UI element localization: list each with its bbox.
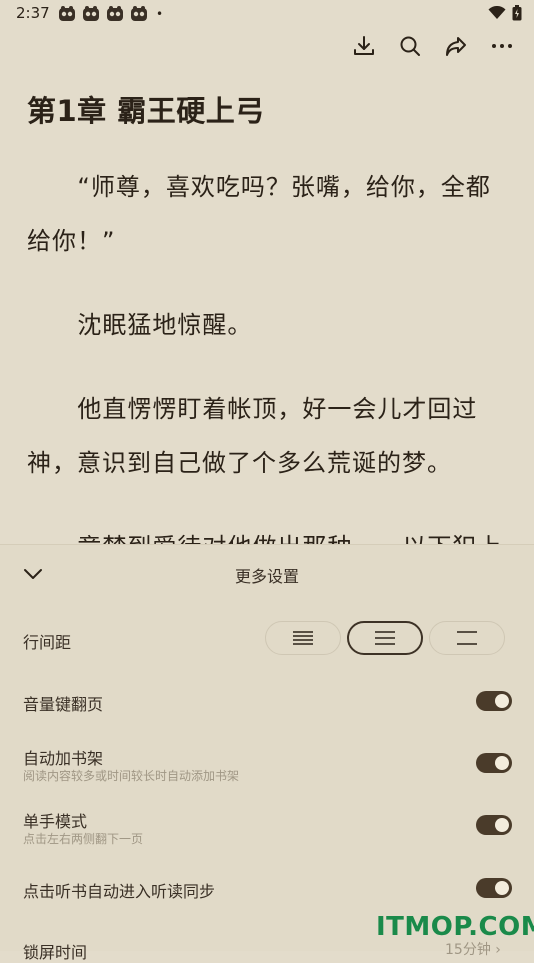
chapter-title: 第1章 霸王硬上弓 bbox=[27, 94, 265, 128]
reader-content[interactable]: “师尊，喜欢吃吗？张嘴，给你，全都给你！” 沈眠猛地惊醒。 他直愣愣盯着帐顶，好… bbox=[27, 160, 511, 545]
line-spacing-label: 行间距 bbox=[23, 633, 72, 652]
share-button[interactable] bbox=[444, 34, 468, 58]
app-icon bbox=[59, 6, 75, 21]
line-spacing-medium-icon bbox=[375, 631, 395, 645]
paragraph: “师尊，喜欢吃吗？张嘴，给你，全都给你！” bbox=[27, 173, 491, 255]
search-icon bbox=[400, 36, 420, 56]
line-spacing-loose[interactable] bbox=[429, 621, 505, 655]
more-icon bbox=[492, 44, 512, 48]
paragraph: 竟梦到爱徒对他做出那种……以下犯上 bbox=[27, 520, 511, 545]
status-bar: 2:37 • bbox=[0, 0, 534, 28]
share-icon bbox=[446, 37, 466, 56]
status-time: 2:37 bbox=[16, 4, 50, 22]
notification-icons: • bbox=[58, 6, 163, 22]
lock-time-value[interactable]: 15分钟 › bbox=[445, 939, 501, 959]
line-spacing-loose-icon bbox=[457, 631, 477, 645]
one-hand-label: 单手模式 bbox=[23, 812, 88, 831]
one-hand-description: 点击左右两侧翻下一页 bbox=[23, 832, 144, 846]
wifi-icon bbox=[488, 6, 506, 19]
volume-key-label: 音量键翻页 bbox=[23, 695, 104, 714]
reader-toolbar bbox=[352, 34, 514, 58]
panel-header: 更多设置 bbox=[0, 545, 534, 603]
status-dot: • bbox=[156, 7, 164, 21]
auto-shelf-description: 阅读内容较多或时间较长时自动添加书架 bbox=[23, 769, 240, 783]
lock-time-label: 锁屏时间 bbox=[23, 943, 88, 962]
auto-shelf-label: 自动加书架 bbox=[23, 749, 104, 768]
download-icon bbox=[354, 36, 374, 55]
toggle-knob bbox=[495, 756, 509, 770]
more-button[interactable] bbox=[490, 34, 514, 58]
download-button[interactable] bbox=[352, 34, 376, 58]
paragraph: 他直愣愣盯着帐顶，好一会儿才回过神，意识到自己做了个多么荒诞的梦。 bbox=[27, 395, 478, 477]
app-icon bbox=[131, 6, 147, 21]
listen-sync-label: 点击听书自动进入听读同步 bbox=[23, 882, 216, 901]
search-button[interactable] bbox=[398, 34, 422, 58]
app-icon bbox=[83, 6, 99, 21]
paragraph: 沈眠猛地惊醒。 bbox=[77, 311, 253, 339]
toggle-knob bbox=[495, 881, 509, 895]
toggle-knob bbox=[495, 818, 509, 832]
line-spacing-compact[interactable] bbox=[265, 621, 341, 655]
listen-sync-toggle[interactable] bbox=[476, 878, 512, 898]
line-spacing-medium[interactable] bbox=[347, 621, 423, 655]
app-icon bbox=[107, 6, 123, 21]
watermark: ITMOP.COM bbox=[376, 912, 534, 942]
auto-shelf-toggle[interactable] bbox=[476, 753, 512, 773]
line-spacing-options bbox=[265, 621, 505, 655]
volume-key-toggle[interactable] bbox=[476, 691, 512, 711]
battery-icon bbox=[512, 5, 522, 21]
panel-title: 更多设置 bbox=[234, 567, 299, 586]
line-spacing-compact-icon bbox=[293, 631, 313, 645]
one-hand-toggle[interactable] bbox=[476, 815, 512, 835]
system-icons bbox=[488, 5, 522, 21]
toggle-knob bbox=[495, 694, 509, 708]
more-settings-panel: 更多设置 行间距 音量键翻页 自动加书架 阅读内容较多或时间较长时自动添加书架 … bbox=[0, 544, 534, 962]
